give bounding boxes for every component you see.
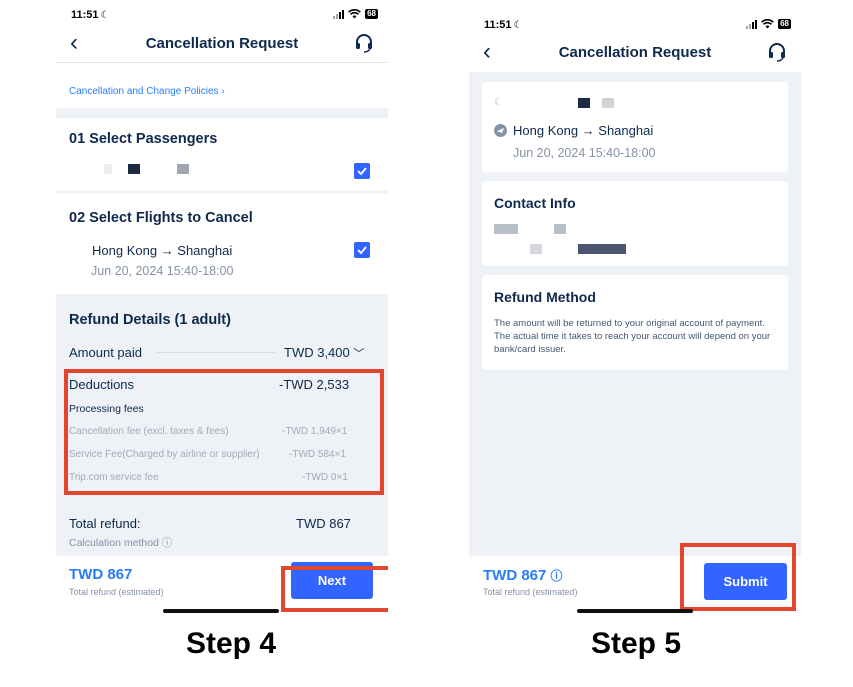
info-icon[interactable]: ⓘ	[551, 569, 563, 583]
status-time: 11:51	[484, 19, 512, 31]
redacted-name	[177, 164, 189, 174]
moon-icon: ☾	[100, 10, 110, 21]
home-indicator	[577, 609, 693, 613]
deductions-highlight-box	[64, 369, 384, 495]
headset-icon[interactable]	[767, 42, 787, 62]
passenger-checkbox[interactable]	[354, 163, 370, 179]
divider	[56, 62, 388, 63]
next-highlight-box	[281, 566, 388, 612]
nav-bar: ‹ Cancellation Request	[56, 28, 388, 62]
flight-time: Jun 20, 2024 15:40-18:00	[91, 264, 234, 278]
total-refund-value: TWD 867	[296, 516, 351, 531]
signal-icon	[746, 19, 758, 29]
flight-time: Jun 20, 2024 15:40-18:00	[513, 146, 656, 160]
nav-bar: ‹ Cancellation Request	[469, 37, 801, 71]
divider	[56, 190, 388, 194]
flight-checkbox[interactable]	[354, 242, 370, 258]
passengers-section-title: 01 Select Passengers	[69, 131, 218, 147]
submit-highlight-box	[680, 543, 796, 611]
contact-info-title: Contact Info	[494, 195, 576, 211]
battery-icon: 68	[778, 19, 791, 29]
redacted-name	[602, 98, 614, 108]
wifi-icon	[348, 9, 361, 19]
step5-label: Step 5	[590, 627, 682, 660]
section-gap	[56, 108, 388, 118]
refund-method-card: Refund Method The amount will be returne…	[482, 275, 788, 370]
footer-total-hint: Total refund (estimated)	[483, 587, 578, 597]
status-bar: 11:51 ☾ 68	[56, 0, 388, 28]
status-bar: 11:51 ☾ 68	[469, 10, 801, 38]
flight-route: Hong Kong → Shanghai	[513, 123, 654, 138]
redacted-name	[578, 98, 590, 108]
page-title: Cancellation Request	[558, 44, 712, 61]
redacted-name	[128, 164, 140, 174]
policy-link[interactable]: Cancellation and Change Policies ›	[69, 86, 225, 97]
step4-label: Step 4	[185, 627, 277, 660]
flights-section-title: 02 Select Flights to Cancel	[69, 210, 253, 226]
wifi-icon	[761, 19, 774, 29]
footer-total-amount: TWD 867	[69, 566, 133, 583]
plane-icon	[494, 124, 507, 137]
moon-icon: ☾	[513, 20, 523, 31]
refund-details-title: Refund Details (1 adult)	[69, 312, 231, 328]
redacted-contact	[530, 244, 542, 254]
redacted-contact	[578, 244, 626, 254]
redacted-contact	[494, 224, 518, 234]
footer-total-hint: Total refund (estimated)	[69, 587, 164, 597]
flight-route: Hong Kong → Shanghai	[92, 243, 233, 258]
refund-method-text: The amount will be returned to your orig…	[494, 318, 771, 355]
signal-icon	[333, 9, 345, 19]
moon-icon: ☾	[494, 97, 503, 108]
redacted-contact	[554, 224, 566, 234]
refund-method-title: Refund Method	[494, 289, 596, 305]
status-time: 11:51	[71, 9, 99, 21]
contact-info-card: Contact Info	[482, 181, 788, 266]
step5-screen: 11:51 ☾ 68 ‹ Cancellation Request ☾ Hong …	[469, 10, 801, 616]
calculation-method-link[interactable]: Calculation method ⓘ	[69, 535, 172, 550]
dotted-leader	[156, 352, 276, 353]
chevron-right-icon: ›	[221, 86, 225, 97]
page-title: Cancellation Request	[145, 35, 299, 52]
step4-screen: 11:51 ☾ 68 ‹ Cancellation Request Cancell…	[56, 0, 388, 616]
redacted-name	[104, 164, 112, 174]
info-icon: ⓘ	[161, 537, 173, 549]
footer-total-amount: TWD 867 ⓘ	[483, 567, 563, 584]
amount-paid-value[interactable]: TWD 3,400 ﹀	[284, 345, 364, 361]
headset-icon[interactable]	[354, 33, 374, 53]
flight-card: ☾ Hong Kong → Shanghai Jun 20, 2024 15:4…	[482, 82, 788, 172]
home-indicator	[163, 609, 279, 613]
amount-paid-label: Amount paid	[69, 345, 142, 360]
battery-icon: 68	[365, 9, 378, 19]
chevron-down-icon: ﹀	[353, 348, 365, 360]
total-refund-label: Total refund:	[69, 516, 141, 531]
